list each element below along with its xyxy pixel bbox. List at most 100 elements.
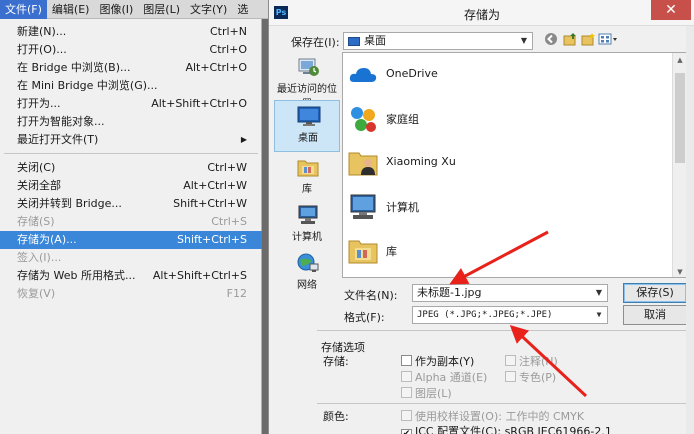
menu-type[interactable]: 文字(Y) — [185, 0, 232, 19]
place-desktop[interactable]: 桌面 — [274, 100, 340, 152]
back-icon[interactable] — [543, 32, 559, 48]
menu-item-label: 在 Mini Bridge 中浏览(G)... — [17, 79, 158, 92]
network-icon — [296, 252, 320, 274]
filename-value: 未标题-1.jpg — [417, 286, 482, 299]
layers-checkbox: 图层(L) — [401, 385, 452, 401]
place-label: 网络 — [297, 280, 317, 291]
file-list-scrollbar[interactable]: ▲ ▼ — [672, 53, 687, 277]
menu-item-shortcut: Alt+Shift+Ctrl+O — [151, 97, 247, 110]
cancel-button[interactable]: 取消 — [623, 305, 687, 325]
dialog-scrollbar[interactable] — [686, 26, 694, 434]
menu-item-recent-files[interactable]: 最近打开文件(T) ▶ — [0, 131, 262, 149]
onedrive-icon — [347, 59, 379, 91]
menu-item-label: 存储(S) — [17, 215, 55, 228]
divider — [317, 403, 689, 404]
file-menu-dropdown: 新建(N)... Ctrl+N 打开(O)... Ctrl+O 在 Bridge 中… — [0, 19, 262, 434]
checkbox-box — [401, 410, 412, 421]
place-libraries[interactable]: 库 — [274, 152, 340, 204]
dialog-title: 存储为 — [463, 8, 500, 22]
as-copy-checkbox[interactable]: 作为副本(Y) — [401, 353, 474, 369]
menu-item-open-as[interactable]: 打开为... Alt+Shift+Ctrl+O — [0, 95, 262, 113]
list-item[interactable]: OneDrive — [343, 53, 673, 97]
list-item[interactable]: 计算机 — [343, 185, 673, 229]
scrollbar-thumb[interactable] — [675, 73, 685, 163]
desktop-icon — [297, 105, 321, 127]
computer-icon — [296, 204, 320, 226]
place-label: 库 — [302, 184, 312, 195]
chevron-down-icon: ▼ — [520, 36, 528, 45]
menu-edit[interactable]: 编辑(E) — [47, 0, 95, 19]
divider — [317, 330, 689, 331]
filename-field[interactable]: 未标题-1.jpg ▼ — [412, 284, 608, 302]
menu-item-label: 新建(N)... — [17, 25, 67, 38]
checkbox-label: ICC 配置文件(C): sRGB IEC61966-2.1 — [415, 425, 612, 434]
menu-item-shortcut: F12 — [226, 287, 247, 300]
menu-item-label: 关闭全部 — [17, 179, 61, 192]
save-button[interactable]: 保存(S) — [623, 283, 687, 303]
menu-item-revert: 恢复(V) F12 — [0, 285, 262, 303]
up-folder-icon[interactable] — [562, 32, 578, 48]
checkbox-box — [401, 387, 412, 398]
menu-item-browse-mini-bridge[interactable]: 在 Mini Bridge 中浏览(G)... — [0, 77, 262, 95]
close-icon[interactable]: ✕ — [651, 0, 691, 20]
format-value: JPEG (*.JPG;*.JPEG;*.JPE) — [417, 310, 553, 320]
checkbox-label: 图层(L) — [415, 387, 452, 400]
scroll-down-icon[interactable]: ▼ — [673, 265, 687, 277]
file-name: 库 — [386, 245, 397, 258]
menu-item-save-for-web[interactable]: 存储为 Web 所用格式... Alt+Shift+Ctrl+S — [0, 267, 262, 285]
list-item[interactable]: 家庭组 — [343, 97, 673, 141]
menu-item-new[interactable]: 新建(N)... Ctrl+N — [0, 23, 262, 41]
file-name: Xiaoming Xu — [386, 155, 456, 168]
save-in-label: 保存在(I): — [291, 36, 340, 49]
checkbox-label: 作为副本(Y) — [415, 355, 475, 368]
filename-label: 文件名(N): — [344, 289, 398, 302]
place-recent[interactable]: 最近访问的位置 — [274, 52, 340, 110]
icc-profile-checkbox[interactable]: ✔ ICC 配置文件(C): sRGB IEC61966-2.1 — [401, 423, 612, 434]
save-as-dialog: Ps 存储为 ✕ 保存在(I): 桌面 ▼ 最近访问的位置 桌面 — [268, 0, 694, 434]
list-item[interactable]: 库 — [343, 229, 673, 273]
menu-item-browse-bridge[interactable]: 在 Bridge 中浏览(B)... Alt+Ctrl+O — [0, 59, 262, 77]
menu-item-label: 存储为(A)... — [17, 233, 77, 246]
menu-item-label: 恢复(V) — [17, 287, 56, 300]
menu-item-label: 关闭并转到 Bridge... — [17, 197, 122, 210]
menu-item-shortcut: Ctrl+O — [209, 43, 247, 56]
menu-item-close-all[interactable]: 关闭全部 Alt+Ctrl+W — [0, 177, 262, 195]
view-menu-icon[interactable] — [598, 32, 618, 48]
save-in-dropdown[interactable]: 桌面 ▼ — [343, 32, 533, 50]
chevron-down-icon[interactable]: ▼ — [591, 285, 607, 301]
menu-item-label: 签入(I)... — [17, 251, 62, 264]
menu-image[interactable]: 图像(I) — [94, 0, 138, 19]
menu-item-open-smart-object[interactable]: 打开为智能对象... — [0, 113, 262, 131]
recent-places-icon — [296, 56, 320, 78]
checkbox-label: Alpha 通道(E) — [415, 371, 488, 384]
scroll-up-icon[interactable]: ▲ — [673, 53, 687, 67]
menu-item-shortcut: Alt+Ctrl+W — [183, 179, 247, 192]
chevron-down-icon[interactable]: ▼ — [591, 307, 607, 323]
list-item[interactable]: Xiaoming Xu — [343, 141, 673, 185]
menu-select[interactable]: 选 — [232, 0, 253, 19]
place-network[interactable]: 网络 — [274, 248, 340, 300]
menu-file[interactable]: 文件(F) — [0, 0, 47, 19]
checkbox-box — [401, 371, 412, 382]
menu-layer[interactable]: 图层(L) — [138, 0, 185, 19]
checkbox-label: 专色(P) — [519, 371, 557, 384]
menu-separator — [4, 153, 258, 154]
place-computer[interactable]: 计算机 — [274, 200, 340, 252]
menu-item-label: 存储为 Web 所用格式... — [17, 269, 136, 282]
user-folder-icon — [347, 147, 379, 179]
menu-item-close[interactable]: 关闭(C) Ctrl+W — [0, 159, 262, 177]
new-folder-icon[interactable] — [580, 32, 596, 48]
file-name: 家庭组 — [386, 113, 419, 126]
alpha-channels-checkbox: Alpha 通道(E) — [401, 369, 487, 385]
menu-item-label: 关闭(C) — [17, 161, 56, 174]
checkbox-label: 注释(N) — [519, 355, 558, 368]
format-select[interactable]: JPEG (*.JPG;*.JPEG;*.JPE) ▼ — [412, 306, 608, 324]
submenu-arrow-icon: ▶ — [240, 135, 247, 144]
checkbox-box — [505, 355, 516, 366]
menu-item-save-as[interactable]: 存储为(A)... Shift+Ctrl+S — [0, 231, 262, 249]
menu-item-close-go-bridge[interactable]: 关闭并转到 Bridge... Shift+Ctrl+W — [0, 195, 262, 213]
file-list[interactable]: OneDrive 家庭组 Xiaoming Xu 计算机 库 ▲ ▼ — [342, 52, 688, 278]
checkbox-box — [401, 355, 412, 366]
dialog-titlebar[interactable]: Ps 存储为 ✕ — [269, 0, 694, 26]
menu-item-open[interactable]: 打开(O)... Ctrl+O — [0, 41, 262, 59]
